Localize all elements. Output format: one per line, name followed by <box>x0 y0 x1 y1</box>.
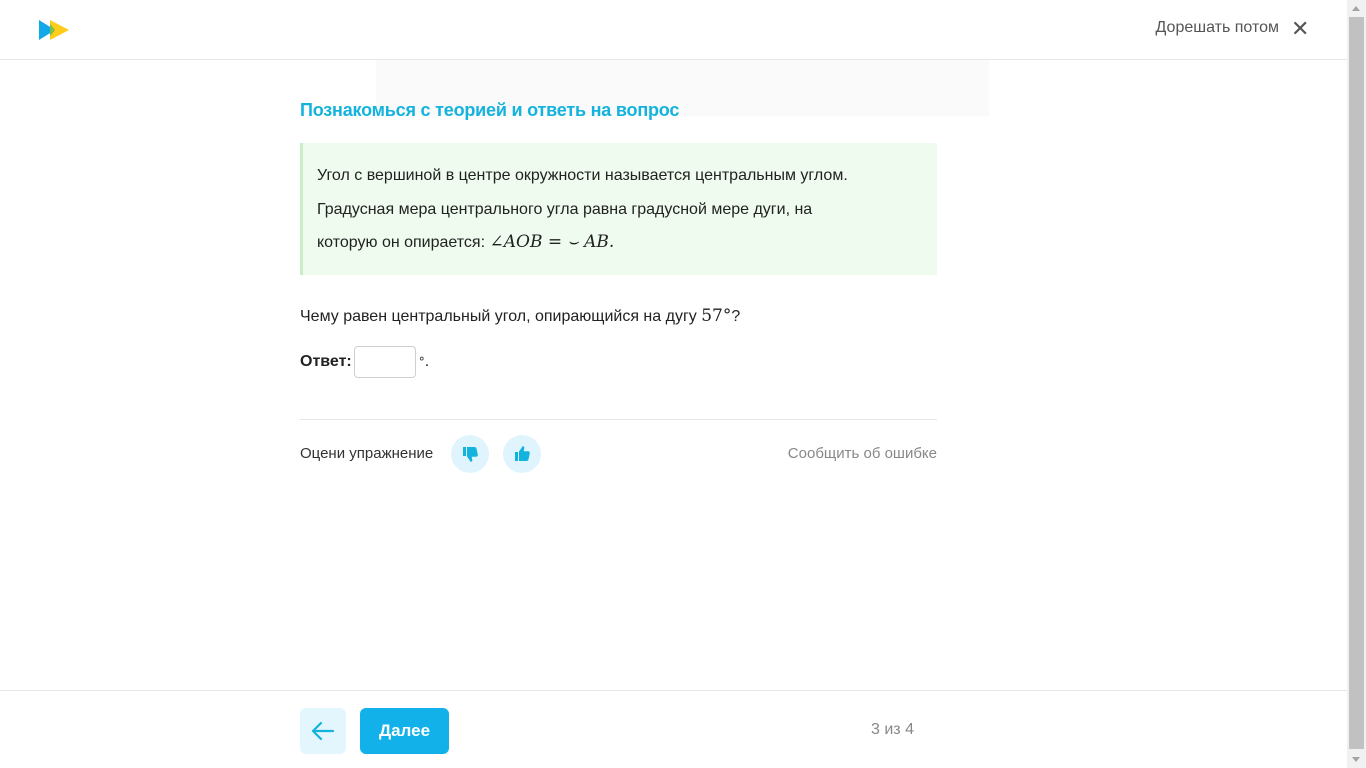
app-window: Дорешать потом ✕ Познакомься с теорией и… <box>0 0 1347 768</box>
theory-line-3-text: которую он опирается: <box>317 234 490 251</box>
thumbs-down-icon <box>463 447 478 462</box>
question-body: Чему равен центральный угол, опирающийся… <box>300 308 702 325</box>
answer-label: Ответ: <box>300 353 352 370</box>
scroll-down-arrow-icon[interactable] <box>1347 751 1366 768</box>
answer-end: . <box>424 353 430 370</box>
progress-counter: 3 из 4 <box>871 721 914 738</box>
solve-later-link[interactable]: Дорешать потом <box>1156 19 1279 37</box>
thumbs-up-icon <box>515 446 530 461</box>
question-value: 57° <box>701 306 732 326</box>
theory-line-1: Угол с вершиной в центре окружности назы… <box>317 167 848 184</box>
rating-row: Оцени упражнение Сообщить об ошибке <box>300 435 937 473</box>
close-icon[interactable]: ✕ <box>1291 18 1309 40</box>
theory-line-3: которую он опирается: ∠AOB = ⌣ AB. <box>317 226 923 260</box>
dislike-button[interactable] <box>451 435 489 473</box>
theory-formula: ∠AOB = ⌣ AB. <box>489 232 615 252</box>
theory-line-2: Градусная мера центрального угла равна г… <box>317 200 813 218</box>
question-end: ? <box>731 308 741 325</box>
bottom-bar: Далее 3 из 4 <box>0 690 1347 768</box>
theory-box: Угол с вершиной в центре окружности назы… <box>300 143 937 275</box>
report-error-link[interactable]: Сообщить об ошибке <box>788 445 937 462</box>
answer-input[interactable] <box>353 346 416 378</box>
play-logo-icon[interactable] <box>38 18 70 42</box>
divider <box>300 419 937 420</box>
scroll-up-arrow-icon[interactable] <box>1347 0 1366 17</box>
question-text: Чему равен центральный угол, опирающийся… <box>300 306 740 326</box>
scrollbar-thumb[interactable] <box>1349 17 1364 749</box>
page-title: Познакомься с теорией и ответь на вопрос <box>300 100 680 120</box>
back-button[interactable] <box>300 708 346 754</box>
top-bar: Дорешать потом ✕ <box>0 0 1347 60</box>
arrow-left-icon <box>311 721 335 741</box>
like-button[interactable] <box>503 435 541 473</box>
scrollbar[interactable] <box>1347 0 1366 768</box>
answer-row: Ответ: ° . <box>300 345 429 379</box>
next-button[interactable]: Далее <box>360 708 449 754</box>
rating-label: Оцени упражнение <box>300 445 434 462</box>
